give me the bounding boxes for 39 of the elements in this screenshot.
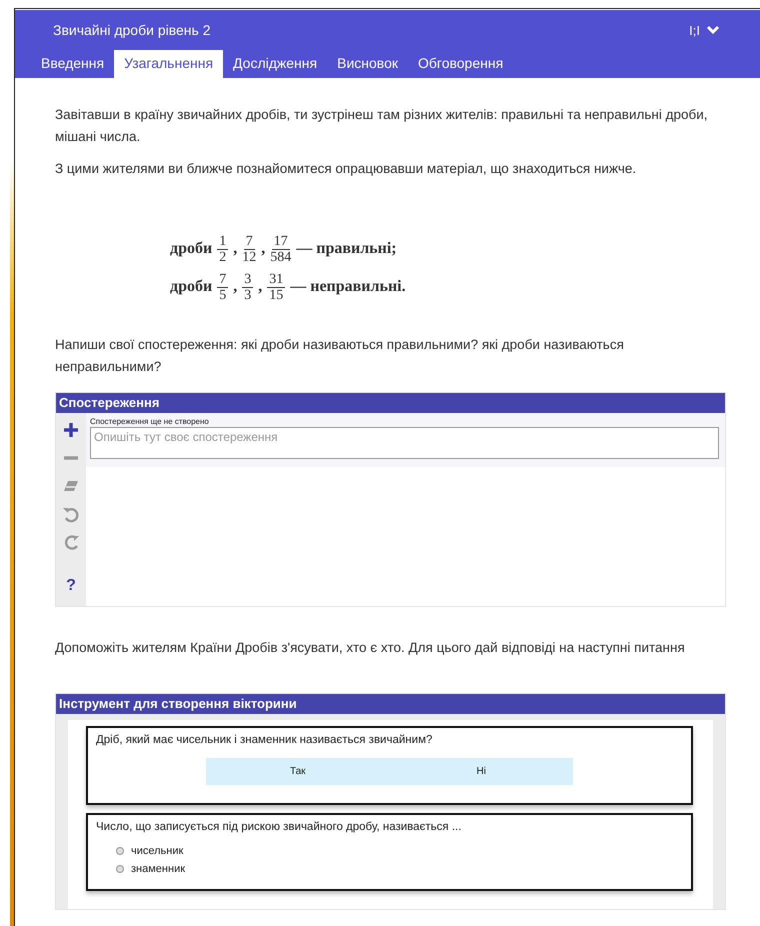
question-text: Дріб, який має чисельник і знаменник називається звичайним?	[96, 734, 434, 746]
intro-paragraph: З цими жителями ви ближче познайомитеся опрацювавши матеріал, що знаходиться нижче.	[55, 160, 638, 178]
toolbar-glyph[interactable]: I;I	[689, 22, 700, 38]
help-button[interactable]: ?	[61, 575, 81, 597]
panel-title: Спостереження	[56, 393, 725, 413]
option-label: чисельник	[131, 845, 184, 857]
fraction: 7 12	[242, 234, 256, 264]
fraction: 7 5	[217, 272, 228, 302]
math-text: дроби	[170, 240, 212, 258]
option-label: знаменник	[131, 863, 186, 875]
math-text: — правильні;	[296, 240, 397, 258]
question-text: Число, що записується під рискою звичайного дробу, називається ...	[96, 821, 462, 833]
fraction: 17 584	[270, 234, 292, 264]
tab[interactable]: Узагальнення	[114, 50, 224, 78]
math-text: дроби	[170, 278, 212, 296]
answer-button[interactable]: Так	[206, 758, 390, 785]
answer-button[interactable]: Ні	[390, 758, 573, 785]
fraction: 1 2	[217, 234, 228, 264]
intro-paragraph: Завітавши в країну звичайних дробів, ти зустрінеш там різних жителів: правильні та неправильні дроби, мішані числа.	[55, 106, 709, 146]
status-label: Спостереження ще не створено	[90, 417, 210, 426]
radio-button[interactable]	[116, 865, 124, 873]
fraction: 31 15	[267, 272, 286, 302]
tab[interactable]: Введення	[31, 50, 114, 78]
math-text: ,	[233, 240, 238, 258]
observation-field[interactable]: Опишіть тут своє спостереження	[90, 427, 719, 459]
tab[interactable]: Обговорення	[408, 50, 514, 78]
chevron-icon[interactable]	[706, 25, 720, 35]
fraction: 3 3	[242, 272, 254, 302]
radio-button[interactable]	[116, 847, 124, 855]
panel-title: Інструмент для створення вікторини	[56, 694, 725, 714]
math-text: ,	[258, 278, 262, 296]
lesson-title: Звичайні дроби рівень 2	[53, 22, 212, 38]
tab[interactable]: Дослідження	[223, 50, 328, 78]
tab[interactable]: Висновок	[327, 50, 408, 78]
math-text: ,	[261, 240, 266, 258]
math-text: ,	[233, 278, 238, 296]
question-prompt: Напиши свої спостереження: які дроби називаються правильними? які дроби називаються неправильними?	[55, 336, 625, 376]
math-text: — неправильні.	[290, 278, 406, 296]
instruction-text: Допоможіть жителям Країни Дробів з'ясувати, хто є хто. Для цього дай відповіді на наступні питання	[55, 639, 686, 657]
